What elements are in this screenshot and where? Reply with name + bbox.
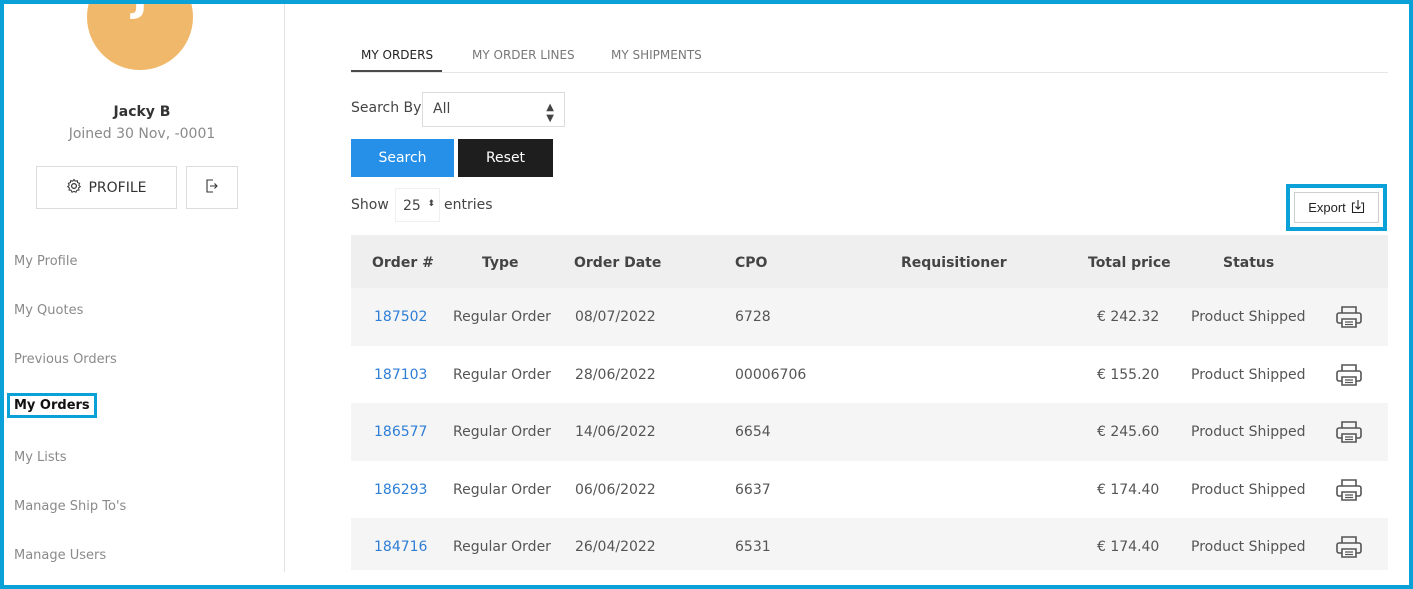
export-button-label: Export: [1308, 200, 1346, 215]
order-status: Product Shipped: [1191, 539, 1306, 555]
search-by-value: All: [433, 101, 451, 117]
sidebar-item-my-quotes[interactable]: My Quotes: [14, 303, 83, 318]
order-status: Product Shipped: [1191, 481, 1306, 498]
order-type: Regular Order: [453, 481, 551, 498]
table-row: 187502 Regular Order 08/07/2022 6728 € 2…: [351, 288, 1388, 346]
export-highlight: Export: [1286, 184, 1387, 231]
sidebar-item-my-orders[interactable]: My Orders: [7, 393, 97, 418]
active-tab-indicator: [351, 70, 442, 72]
entries-select[interactable]: 25 ⬍: [395, 188, 440, 222]
reset-button[interactable]: Reset: [458, 139, 553, 177]
header-total-price[interactable]: Total price: [1088, 255, 1171, 271]
sidebar-item-manage-ship-tos[interactable]: Manage Ship To's: [14, 499, 126, 514]
order-type: Regular Order: [453, 424, 551, 440]
gear-icon: [66, 178, 82, 198]
printer-icon[interactable]: [1334, 304, 1364, 330]
user-name: Jacky B: [113, 104, 171, 120]
order-date: 08/07/2022: [575, 309, 656, 325]
table-row: 187103 Regular Order 28/06/2022 00006706…: [351, 346, 1388, 404]
tab-my-shipments[interactable]: MY SHIPMENTS: [611, 48, 702, 62]
order-tabs: MY ORDERS MY ORDER LINES MY SHIPMENTS: [351, 46, 1388, 73]
table-row: 184716 Regular Order 26/04/2022 6531 € 1…: [351, 518, 1388, 570]
order-total: € 174.40: [1097, 481, 1160, 498]
printer-icon[interactable]: [1334, 477, 1364, 503]
order-cpo: 6654: [735, 424, 771, 440]
download-icon: [1351, 199, 1365, 217]
order-date: 26/04/2022: [575, 539, 656, 555]
search-by-label: Search By: [351, 100, 422, 116]
entries-value: 25: [403, 198, 421, 214]
order-type: Regular Order: [453, 539, 551, 555]
profile-button-label: PROFILE: [88, 179, 147, 196]
order-total: € 242.32: [1097, 309, 1160, 325]
show-label: Show: [351, 197, 389, 213]
sidebar: J Jacky B Joined 30 Nov, -0001 PROFILE M…: [4, 0, 285, 572]
order-total: € 155.20: [1097, 366, 1160, 383]
header-type[interactable]: Type: [482, 255, 519, 271]
tab-my-order-lines[interactable]: MY ORDER LINES: [472, 48, 575, 62]
tab-my-orders[interactable]: MY ORDERS: [361, 48, 433, 62]
order-number-link[interactable]: 184716: [374, 539, 427, 555]
sidebar-item-manage-users[interactable]: Manage Users: [14, 548, 106, 563]
entries-label: entries: [444, 197, 493, 213]
order-number-link[interactable]: 187502: [374, 309, 427, 325]
order-date: 28/06/2022: [575, 366, 656, 383]
printer-icon[interactable]: [1334, 419, 1364, 445]
printer-icon[interactable]: [1334, 534, 1364, 560]
order-date: 06/06/2022: [575, 481, 656, 498]
order-type: Regular Order: [453, 366, 551, 383]
sidebar-item-my-profile[interactable]: My Profile: [14, 254, 77, 269]
order-total: € 174.40: [1097, 539, 1160, 555]
select-arrows-icon: ⬍: [427, 199, 435, 209]
user-joined-date: Joined 30 Nov, -0001: [68, 126, 216, 142]
orders-table: Order # Type Order Date CPO Requisitione…: [351, 235, 1388, 570]
header-requisitioner[interactable]: Requisitioner: [901, 255, 1007, 271]
printer-icon[interactable]: [1334, 362, 1364, 388]
table-header: Order # Type Order Date CPO Requisitione…: [351, 235, 1388, 288]
order-number-link[interactable]: 186293: [374, 482, 427, 498]
header-cpo[interactable]: CPO: [735, 255, 767, 271]
table-row: 186577 Regular Order 14/06/2022 6654 € 2…: [351, 403, 1388, 461]
search-by-select[interactable]: All ▲ ▼: [422, 92, 565, 127]
table-row: 186293 Regular Order 06/06/2022 6637 € 1…: [351, 461, 1388, 519]
sidebar-item-previous-orders[interactable]: Previous Orders: [14, 352, 117, 367]
header-status[interactable]: Status: [1223, 255, 1274, 271]
sidebar-item-my-lists[interactable]: My Lists: [14, 450, 67, 465]
order-date: 14/06/2022: [575, 424, 656, 440]
order-type: Regular Order: [453, 309, 551, 325]
order-number-link[interactable]: 187103: [374, 367, 427, 383]
search-button[interactable]: Search: [351, 139, 454, 177]
order-total: € 245.60: [1097, 424, 1160, 440]
order-cpo: 00006706: [735, 366, 807, 383]
profile-button[interactable]: PROFILE: [36, 166, 177, 209]
header-order-date[interactable]: Order Date: [574, 255, 661, 271]
order-number-link[interactable]: 186577: [374, 424, 427, 440]
order-cpo: 6531: [735, 539, 771, 555]
header-order-number[interactable]: Order #: [372, 255, 434, 271]
export-button[interactable]: Export: [1294, 192, 1379, 223]
order-cpo: 6728: [735, 309, 771, 325]
logout-button[interactable]: [186, 166, 238, 209]
avatar: J: [87, 0, 193, 70]
order-status: Product Shipped: [1191, 366, 1306, 383]
order-status: Product Shipped: [1191, 424, 1306, 440]
order-status: Product Shipped: [1191, 309, 1306, 325]
order-cpo: 6637: [735, 481, 771, 498]
select-arrows-icon: ▲ ▼: [546, 102, 554, 124]
logout-icon: [205, 178, 219, 198]
